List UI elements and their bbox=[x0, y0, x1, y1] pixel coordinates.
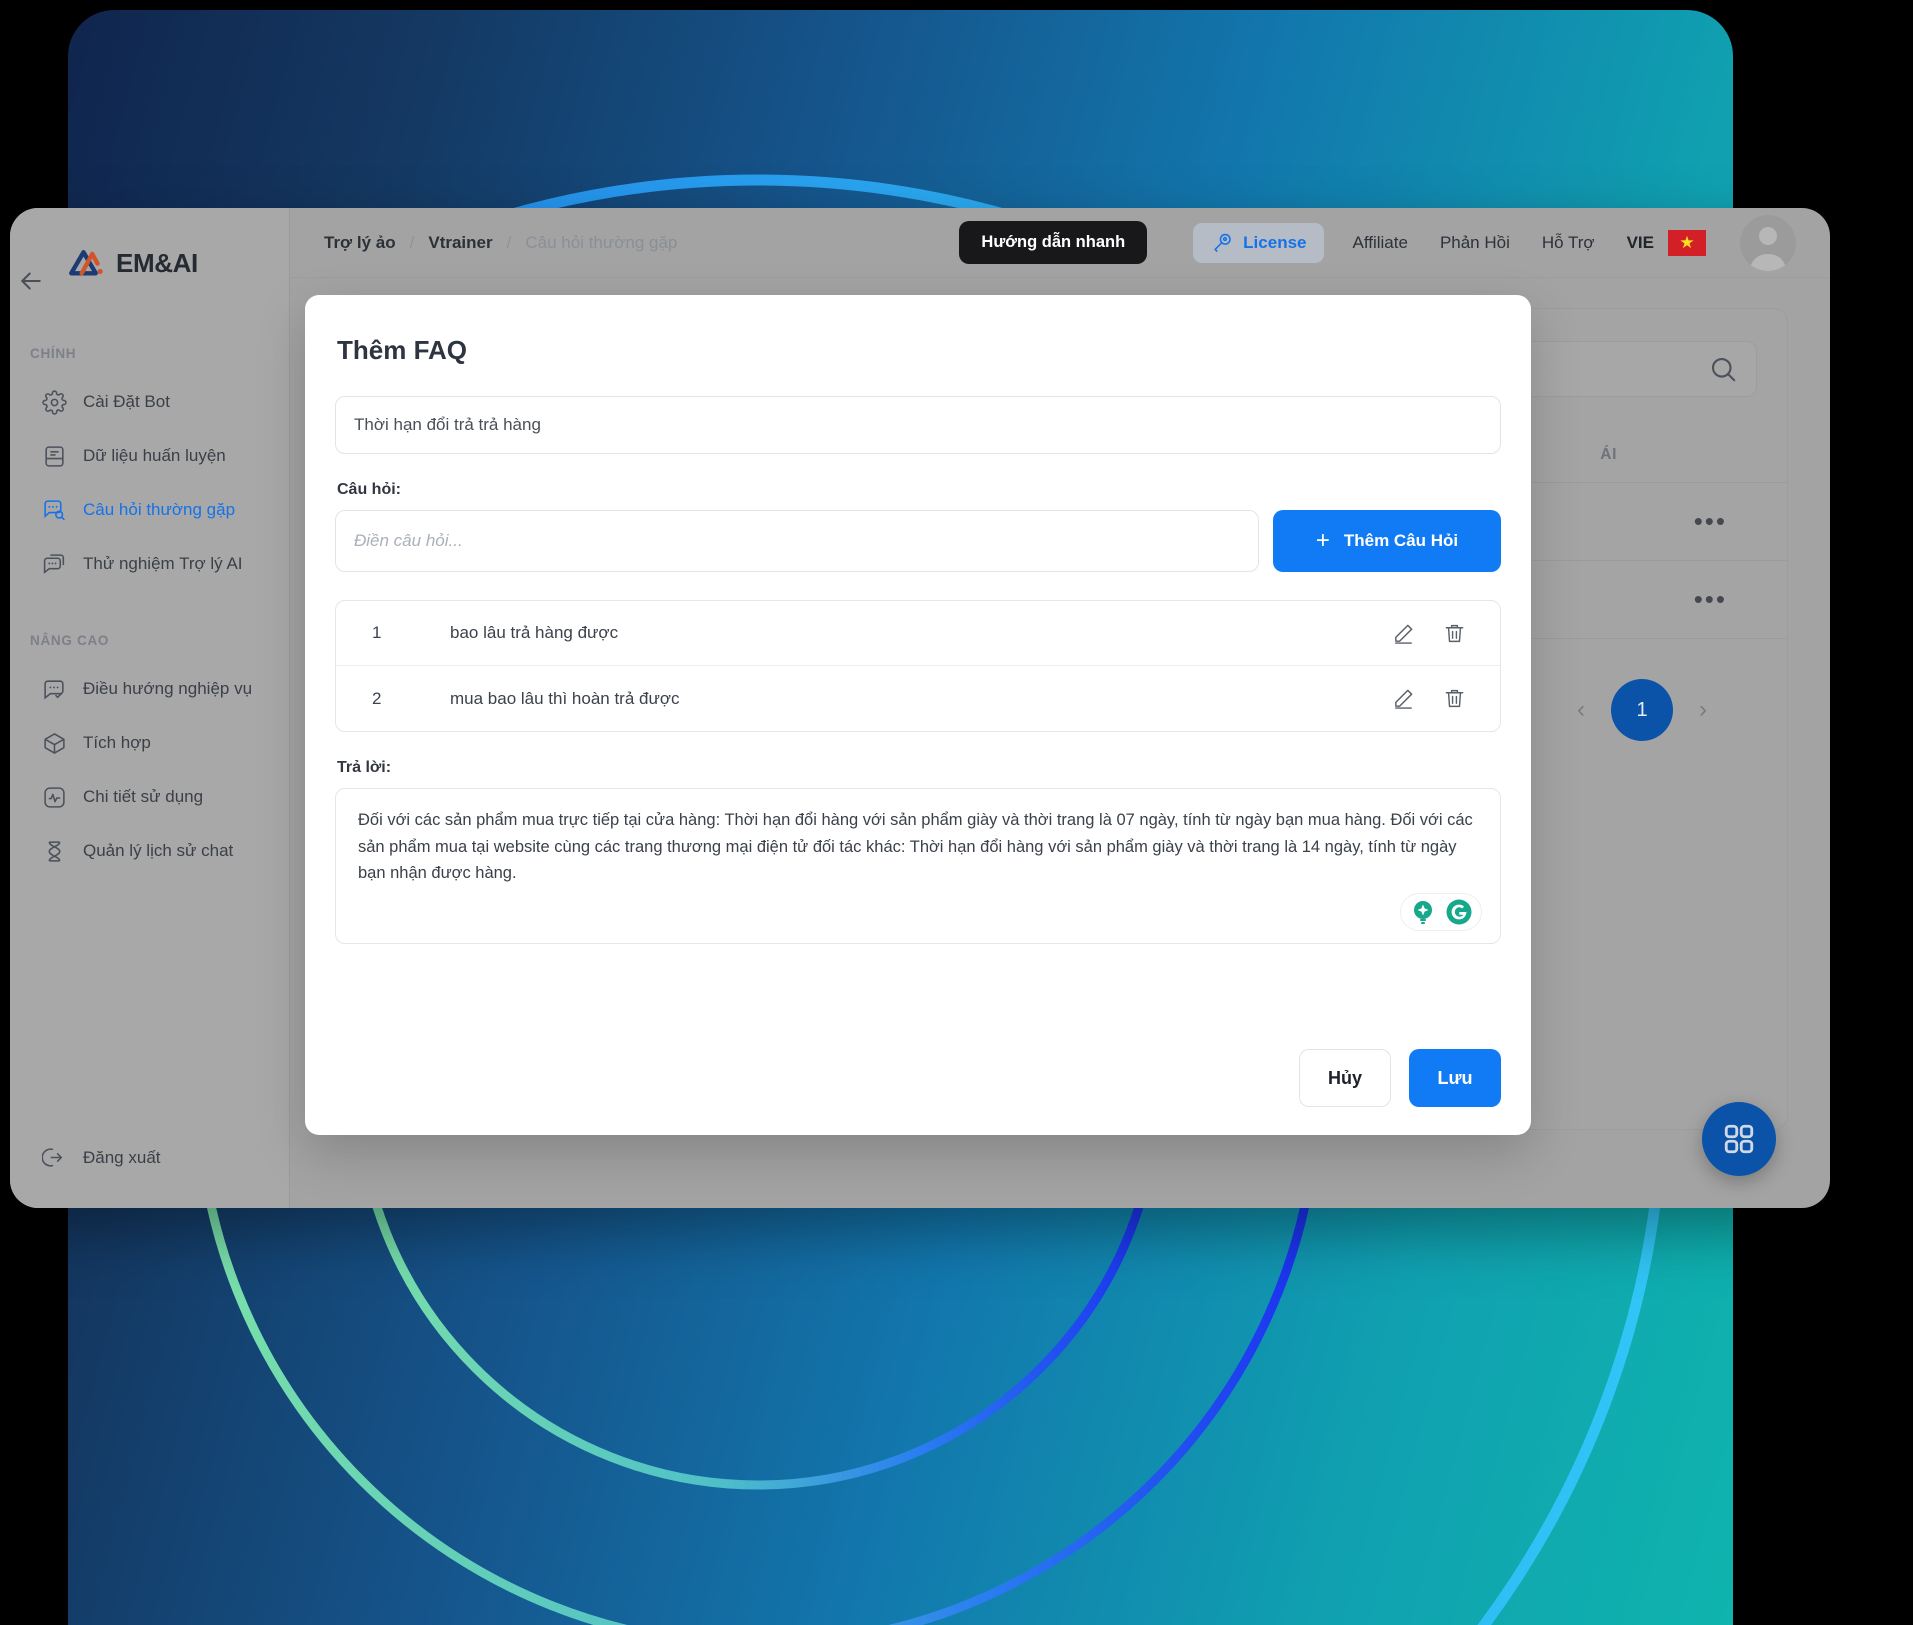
ellipsis-icon[interactable]: ••• bbox=[1694, 508, 1727, 533]
avatar[interactable] bbox=[1740, 214, 1796, 271]
pencil-icon[interactable] bbox=[1392, 622, 1415, 645]
cancel-button[interactable]: Hủy bbox=[1299, 1049, 1391, 1107]
topbar: Trợ lý ảo / Vtrainer / Câu hỏi thường gặ… bbox=[290, 208, 1830, 278]
em-ai-logo-icon bbox=[66, 247, 108, 279]
list-item: 2 mua bao lâu thì hoàn trả được bbox=[336, 666, 1500, 731]
sidebar-item-label: Quản lý lịch sử chat bbox=[83, 841, 234, 860]
faq-title-input[interactable]: Thời hạn đổi trả trả hàng bbox=[335, 396, 1501, 454]
question-list: 1 bao lâu trả hàng được 2 mua bao lâu th… bbox=[335, 600, 1501, 732]
save-button[interactable]: Lưu bbox=[1409, 1049, 1501, 1107]
breadcrumb-item-2[interactable]: Vtrainer bbox=[428, 233, 492, 253]
vietnam-flag-icon: ★ bbox=[1668, 229, 1706, 256]
chat-search-icon bbox=[42, 498, 67, 523]
quick-guide-button[interactable]: Hướng dẫn nhanh bbox=[959, 221, 1148, 264]
question-actions bbox=[1392, 687, 1478, 710]
question-entry-row: Điền câu hỏi... + Thêm Câu Hỏi bbox=[335, 510, 1501, 572]
add-question-button[interactable]: + Thêm Câu Hỏi bbox=[1273, 510, 1501, 572]
breadcrumb-item-3: Câu hỏi thường gặp bbox=[525, 232, 678, 252]
answer-label: Trả lời: bbox=[337, 759, 392, 776]
grammarly-logo-icon[interactable] bbox=[1445, 898, 1473, 926]
back-arrow-icon[interactable] bbox=[16, 266, 46, 296]
breadcrumb: Trợ lý ảo / Vtrainer / Câu hỏi thường gặ… bbox=[324, 233, 677, 253]
breadcrumb-item-1[interactable]: Trợ lý ảo bbox=[324, 233, 396, 253]
search-icon bbox=[1708, 354, 1738, 384]
logout-button[interactable]: Đăng xuất bbox=[10, 1145, 161, 1170]
question-text: mua bao lâu thì hoàn trả được bbox=[450, 688, 680, 708]
pagination: ‹ 1 › bbox=[1577, 679, 1707, 741]
breadcrumb-separator: / bbox=[409, 232, 415, 252]
chevron-left-icon[interactable]: ‹ bbox=[1577, 696, 1585, 724]
sidebar-item-du-lieu-huan-luyen[interactable]: Dữ liệu huấn luyện bbox=[10, 429, 289, 483]
sidebar-item-label: Chi tiết sử dụng bbox=[83, 787, 204, 806]
top-link-phan-hoi[interactable]: Phản Hồi bbox=[1440, 233, 1510, 253]
pagination-page-1[interactable]: 1 bbox=[1611, 679, 1673, 741]
brand-logo: EM&AI bbox=[10, 236, 289, 290]
analytics-icon bbox=[42, 785, 67, 810]
trash-icon[interactable] bbox=[1443, 687, 1466, 710]
topbar-actions: Hướng dẫn nhanh License Affiliate Phản H… bbox=[959, 214, 1796, 271]
chevron-right-icon[interactable]: › bbox=[1699, 696, 1707, 724]
sidebar-item-cau-hoi-thuong-gap[interactable]: Câu hỏi thường gặp bbox=[10, 483, 289, 537]
sidebar-item-label: Điều hướng nghiệp vụ bbox=[83, 679, 253, 698]
sidebar-item-label: Tích hợp bbox=[83, 733, 151, 752]
table-header-ai: ÁI bbox=[1600, 445, 1617, 463]
question-actions bbox=[1392, 622, 1478, 645]
sidebar: EM&AI CHÍNH Cài Đặt Bot Dữ liệu huấn luy… bbox=[10, 208, 290, 1208]
grid-apps-icon bbox=[1721, 1121, 1757, 1157]
cube-icon bbox=[42, 731, 67, 756]
grammarly-suggestion-icon[interactable] bbox=[1409, 898, 1437, 926]
hourglass-icon bbox=[42, 839, 67, 864]
apps-fab-button[interactable] bbox=[1702, 1102, 1776, 1176]
plus-icon: + bbox=[1315, 527, 1330, 554]
logout-label: Đăng xuất bbox=[83, 1147, 161, 1167]
modal-title: Thêm FAQ bbox=[337, 335, 468, 365]
pencil-icon[interactable] bbox=[1392, 687, 1415, 710]
trash-icon[interactable] bbox=[1443, 622, 1466, 645]
answer-textarea[interactable]: Đối với các sản phẩm mua trực tiếp tại c… bbox=[335, 788, 1501, 945]
ellipsis-icon[interactable]: ••• bbox=[1694, 586, 1727, 611]
question-placeholder: Điền câu hỏi... bbox=[354, 531, 463, 550]
modal-actions: Hủy Lưu bbox=[1299, 1049, 1501, 1107]
license-label: License bbox=[1243, 232, 1307, 252]
language-selector[interactable]: VIE bbox=[1627, 233, 1654, 253]
sidebar-item-label: Câu hỏi thường gặp bbox=[83, 500, 236, 519]
list-item: 1 bao lâu trả hàng được bbox=[336, 601, 1500, 666]
question-index: 2 bbox=[372, 688, 382, 708]
sidebar-item-chi-tiet-su-dung[interactable]: Chi tiết sử dụng bbox=[10, 770, 289, 824]
sidebar-item-quan-ly-lich-su-chat[interactable]: Quản lý lịch sử chat bbox=[10, 824, 289, 878]
top-link-ho-tro[interactable]: Hỗ Trợ bbox=[1542, 233, 1595, 253]
sidebar-item-thu-nghiem-tro-ly-ai[interactable]: Thử nghiệm Trợ lý AI bbox=[10, 537, 289, 591]
license-button[interactable]: License bbox=[1193, 222, 1325, 263]
sidebar-item-dieu-huong-nghiep-vu[interactable]: Điều hướng nghiệp vụ bbox=[10, 662, 289, 716]
question-text: bao lâu trả hàng được bbox=[450, 623, 619, 642]
sidebar-item-label: Dữ liệu huấn luyện bbox=[83, 446, 226, 465]
question-index: 1 bbox=[372, 623, 382, 642]
sidebar-item-tich-hop[interactable]: Tích hợp bbox=[10, 716, 289, 770]
faq-title-value: Thời hạn đổi trả trả hàng bbox=[354, 415, 541, 434]
database-icon bbox=[42, 444, 67, 469]
key-icon bbox=[1211, 232, 1233, 254]
question-label: Câu hỏi: bbox=[337, 481, 401, 498]
sidebar-section-label-main: CHÍNH bbox=[30, 346, 77, 361]
brand-name: EM&AI bbox=[116, 247, 198, 278]
gear-icon bbox=[42, 389, 67, 415]
answer-value: Đối với các sản phẩm mua trực tiếp tại c… bbox=[358, 811, 1473, 883]
sidebar-item-label: Cài Đặt Bot bbox=[83, 392, 170, 411]
top-link-affiliate[interactable]: Affiliate bbox=[1352, 233, 1407, 253]
grammarly-widget[interactable] bbox=[1400, 893, 1482, 932]
sidebar-section-label-advanced: NÂNG CAO bbox=[30, 633, 110, 648]
breadcrumb-separator: / bbox=[506, 232, 512, 252]
add-question-label: Thêm Câu Hỏi bbox=[1343, 531, 1459, 550]
logout-icon bbox=[41, 1145, 67, 1170]
chat-check-icon bbox=[42, 677, 67, 702]
sidebar-item-cai-dat-bot[interactable]: Cài Đặt Bot bbox=[10, 375, 289, 429]
add-faq-modal: Thêm FAQ Thời hạn đổi trả trả hàng Câu h… bbox=[305, 295, 1531, 1135]
sidebar-item-label: Thử nghiệm Trợ lý AI bbox=[83, 554, 243, 573]
chat-bubbles-icon bbox=[42, 552, 67, 577]
question-input[interactable]: Điền câu hỏi... bbox=[335, 510, 1259, 572]
